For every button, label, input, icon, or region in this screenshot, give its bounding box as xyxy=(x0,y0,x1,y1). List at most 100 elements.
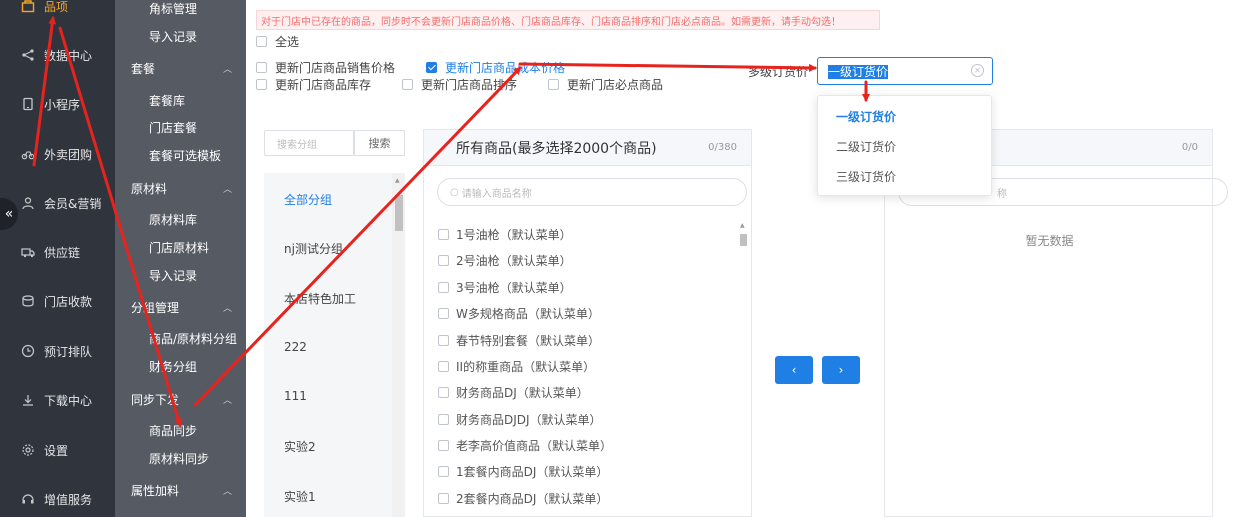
scroll-thumb[interactable] xyxy=(395,195,403,231)
subnav-group-combo[interactable]: 套餐 ︿ xyxy=(115,56,246,80)
subnav-raw-sync[interactable]: 原材料同步 xyxy=(115,446,246,470)
product-item[interactable]: 2套餐内商品DJ（默认菜单） xyxy=(438,490,608,507)
checkbox-box[interactable] xyxy=(438,229,449,240)
nav-item-supply-chain[interactable]: 供应链 xyxy=(0,232,115,272)
nav-item-reservation[interactable]: 预订排队 xyxy=(0,331,115,371)
product-name: 2号油枪（默认菜单） xyxy=(456,254,572,268)
checkbox-box[interactable] xyxy=(438,282,449,293)
chevron-up-icon: ︿ xyxy=(222,486,232,497)
price-level-select[interactable]: 一级订货价 ✕ xyxy=(817,57,993,85)
nav-item-delivery[interactable]: 外卖团购 xyxy=(0,134,115,174)
subnav-product-sync[interactable]: 商品同步 xyxy=(115,418,246,442)
subnav-raw-library[interactable]: 原材料库 xyxy=(115,207,246,231)
subnav-combo-template[interactable]: 套餐可选模板 xyxy=(115,143,246,167)
product-name: 1号油枪（默认菜单） xyxy=(456,228,572,242)
move-right-button[interactable]: › xyxy=(822,356,860,384)
update-required-checkbox[interactable]: 更新门店必点商品 xyxy=(548,76,663,93)
clear-circle-icon[interactable]: ✕ xyxy=(971,64,984,77)
checkbox-box[interactable] xyxy=(438,440,449,451)
product-item[interactable]: 财务商品DJDJ（默认菜单） xyxy=(438,411,602,428)
nav-item-settings[interactable]: 设置 xyxy=(0,430,115,470)
subnav-group-raw[interactable]: 原材料 ︿ xyxy=(115,176,246,200)
checkbox-box[interactable] xyxy=(256,36,267,47)
subnav-product-group[interactable]: 商品/原材料分组 xyxy=(115,326,246,350)
product-item[interactable]: 2号油枪（默认菜单） xyxy=(438,252,572,269)
category-item[interactable]: 222 xyxy=(264,340,392,354)
subnav-group-grouping[interactable]: 分组管理 ︿ xyxy=(115,295,246,319)
subnav-group-attributes[interactable]: 属性加料 ︿ xyxy=(115,478,246,502)
product-item[interactable]: II的称重商品（默认菜单） xyxy=(438,358,595,375)
update-cost-price-checkbox[interactable]: 更新门店商品成本价格 xyxy=(426,59,565,76)
category-scrollbar[interactable]: ▲ xyxy=(392,173,405,517)
checkbox-box[interactable] xyxy=(256,62,267,73)
scroll-up-icon[interactable]: ▲ xyxy=(395,177,400,184)
checkbox-box[interactable] xyxy=(438,387,449,398)
secondary-nav: 角标管理 导入记录 套餐 ︿ 套餐库 门店套餐 套餐可选模板 原材料 ︿ 原材料库 … xyxy=(115,0,246,517)
nav-item-download[interactable]: 下载中心 xyxy=(0,380,115,420)
nav-item-products[interactable]: 品项 xyxy=(0,0,115,26)
checkbox-box[interactable] xyxy=(438,361,449,372)
category-item[interactable]: 实验2 xyxy=(264,438,392,455)
checkbox-label: 全选 xyxy=(275,35,300,49)
user-icon xyxy=(20,195,36,211)
category-item[interactable]: 本店特色加工 xyxy=(264,290,392,307)
nav-item-value-added[interactable]: 增值服务 xyxy=(0,479,115,517)
product-item[interactable]: 财务商品DJ（默认菜单） xyxy=(438,384,589,401)
product-item[interactable]: 春节特别套餐（默认菜单） xyxy=(438,332,600,349)
nav-item-label: 会员&营销 xyxy=(44,196,102,211)
product-name: 春节特别套餐（默认菜单） xyxy=(456,334,601,348)
subnav-badge-management[interactable]: 角标管理 xyxy=(115,0,246,20)
nav-item-store-payment[interactable]: 门店收款 xyxy=(0,281,115,321)
scroll-up-icon[interactable]: ▲ xyxy=(740,222,745,229)
move-left-button[interactable]: ‹ xyxy=(775,356,813,384)
nav-item-miniprogram[interactable]: 小程序 xyxy=(0,84,115,124)
checkbox-box[interactable] xyxy=(438,466,449,477)
nav-item-data-center[interactable]: 数据中心 xyxy=(0,35,115,75)
category-item[interactable]: 111 xyxy=(264,389,392,403)
selected-text: 一级订货价 xyxy=(828,64,889,79)
product-item[interactable]: W多规格商品（默认菜单） xyxy=(438,305,600,322)
checkbox-box[interactable] xyxy=(402,79,413,90)
checkbox-box[interactable] xyxy=(438,335,449,346)
checkbox-label: 更新门店商品库存 xyxy=(275,78,372,92)
category-search-button[interactable]: 搜索 xyxy=(354,130,405,156)
update-sale-price-checkbox[interactable]: 更新门店商品销售价格 xyxy=(256,59,395,76)
subnav-group-sync[interactable]: 同步下发 ︿ xyxy=(115,387,246,411)
dropdown-option[interactable]: 三级订货价 xyxy=(818,161,991,191)
checkbox-box[interactable] xyxy=(438,493,449,504)
checkbox-box[interactable] xyxy=(548,79,559,90)
product-item[interactable]: 老李高价值商品（默认菜单） xyxy=(438,437,612,454)
product-search-input[interactable]: ○ 请输入商品名称 xyxy=(437,178,747,206)
category-search-input[interactable]: 搜索分组 xyxy=(264,130,354,156)
nav-item-label: 下载中心 xyxy=(44,393,93,408)
checkbox-box[interactable] xyxy=(438,414,449,425)
category-item[interactable]: nj测试分组 xyxy=(264,240,392,257)
checkbox-box[interactable] xyxy=(256,79,267,90)
subnav-store-raw[interactable]: 门店原材料 xyxy=(115,235,246,259)
scroll-thumb[interactable] xyxy=(740,234,747,246)
main-content: 对于门店中已存在的商品，同步时不会更新门店商品价格、门店商品库存、门店商品排序和… xyxy=(246,0,1247,517)
subnav-store-combo[interactable]: 门店套餐 xyxy=(115,115,246,139)
checkbox-box[interactable] xyxy=(438,255,449,266)
dropdown-option[interactable]: 二级订货价 xyxy=(818,131,991,161)
subnav-combo-library[interactable]: 套餐库 xyxy=(115,88,246,112)
checkbox-box[interactable] xyxy=(426,62,437,73)
target-list-count: 0/0 xyxy=(1181,142,1198,153)
checkbox-box[interactable] xyxy=(438,308,449,319)
subnav-import-records[interactable]: 导入记录 xyxy=(115,24,246,48)
category-item[interactable]: 全部分组 xyxy=(264,191,392,208)
dropdown-option[interactable]: 一级订货价 xyxy=(818,101,991,131)
product-scrollbar[interactable]: ▲ xyxy=(739,222,748,517)
subnav-finance-group[interactable]: 财务分组 xyxy=(115,354,246,378)
select-all-checkbox[interactable]: 全选 xyxy=(256,33,299,50)
update-stock-checkbox[interactable]: 更新门店商品库存 xyxy=(256,76,371,93)
source-list-panel: 所有商品(最多选择2000个商品) 0/380 ○ 请输入商品名称 1号油枪（默… xyxy=(423,129,752,517)
product-item[interactable]: 1套餐内商品DJ（默认菜单） xyxy=(438,463,608,480)
subnav-label: 原材料同步 xyxy=(149,451,210,466)
product-item[interactable]: 1号油枪（默认菜单） xyxy=(438,226,572,243)
primary-nav: 品项 数据中心 小程序 外卖团购 会员&营销 供应链 门店收款 预订排队 下载中… xyxy=(0,0,115,517)
subnav-raw-import[interactable]: 导入记录 xyxy=(115,263,246,287)
update-sort-checkbox[interactable]: 更新门店商品排序 xyxy=(402,76,517,93)
product-item[interactable]: 3号油枪（默认菜单） xyxy=(438,279,572,296)
category-item[interactable]: 实验1 xyxy=(264,488,392,505)
